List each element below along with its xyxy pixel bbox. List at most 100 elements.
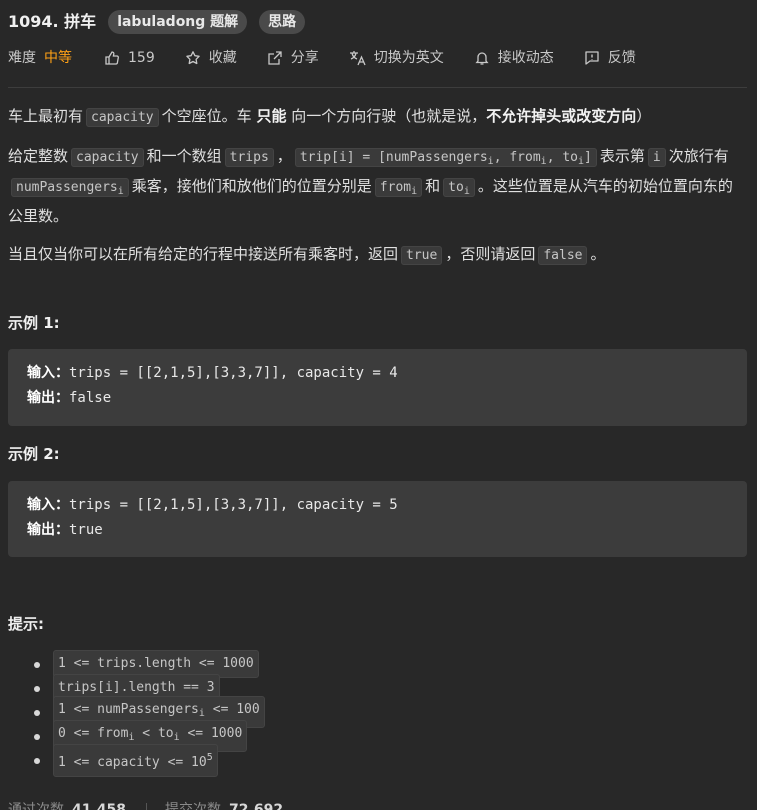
submitted-label: 提交次数 bbox=[165, 802, 222, 810]
input-value: trips = [[2,1,5],[3,3,7]], capacity = 4 bbox=[69, 365, 398, 381]
superscript: 5 bbox=[206, 751, 213, 763]
example-1-block: 输入：trips = [[2,1,5],[3,3,7]], capacity =… bbox=[8, 349, 747, 426]
example-1-output-line: 输出：false bbox=[27, 386, 728, 411]
subscript: i bbox=[117, 186, 124, 197]
example-2-block: 输入：trips = [[2,1,5],[3,3,7]], capacity =… bbox=[8, 481, 747, 557]
feedback-label: 反馈 bbox=[607, 50, 636, 66]
input-label: 输入： bbox=[27, 365, 69, 381]
subscript: i bbox=[411, 186, 418, 197]
constraints-list: 1 <= trips.length <= 1000 trips[i].lengt… bbox=[34, 650, 268, 777]
description-paragraph-2: 给定整数 capacity 和一个数组 trips， trip[i] = [numPas… bbox=[8, 144, 747, 228]
difficulty-label: 难度 bbox=[8, 50, 36, 66]
inline-code: trips bbox=[224, 148, 274, 167]
text: 向一个方向行驶（也就是说， bbox=[291, 107, 487, 125]
inline-code: true bbox=[401, 246, 443, 265]
inline-code: capacity bbox=[86, 108, 159, 127]
text: 当且仅当你可以在所有给定的行程中接送所有乘客时，返回 bbox=[8, 245, 399, 263]
example-2-input-line: 输入：trips = [[2,1,5],[3,3,7]], capacity =… bbox=[27, 493, 728, 518]
inline-code: 1 <= capacity <= 105 bbox=[53, 743, 218, 777]
share-icon bbox=[268, 51, 282, 65]
output-value: false bbox=[69, 390, 112, 406]
input-label: 输入： bbox=[27, 497, 69, 513]
share-button[interactable]: 分享 bbox=[267, 46, 319, 70]
text: ，否则请返回 bbox=[445, 245, 536, 263]
description-paragraph-1: 车上最初有 capacity 个空座位。车 只能 向一个方向行驶（也就是说，不允许掉… bbox=[8, 104, 747, 130]
text: ， bbox=[276, 147, 292, 165]
example-1-heading: 示例 1: bbox=[8, 314, 60, 332]
problem-description: 车上最初有 capacity 个空座位。车 只能 向一个方向行驶（也就是说，不允许掉… bbox=[8, 104, 747, 282]
code-part: 0 <= from bbox=[58, 726, 129, 741]
switch-language-label: 切换为英文 bbox=[373, 50, 444, 66]
switch-language-button[interactable]: 切换为英文 bbox=[349, 46, 444, 70]
description-paragraph-3: 当且仅当你可以在所有给定的行程中接送所有乘客时，返回 true ，否则请返回 fals… bbox=[8, 242, 747, 268]
text: 乘客，接他们和放他们的位置分别是 bbox=[131, 177, 372, 195]
example-2-heading: 示例 2: bbox=[8, 445, 60, 463]
feedback-icon bbox=[585, 51, 599, 65]
code-part: to bbox=[448, 180, 464, 195]
share-label: 分享 bbox=[290, 50, 319, 66]
output-value: true bbox=[69, 522, 103, 538]
subscribe-button[interactable]: 接收动态 bbox=[474, 46, 554, 70]
title-row: 1094. 拼车 labuladong 题解 思路 bbox=[8, 9, 317, 35]
input-value: trips = [[2,1,5],[3,3,7]], capacity = 5 bbox=[69, 497, 398, 513]
inline-code: numPassengersi bbox=[11, 178, 129, 197]
header-divider bbox=[8, 87, 747, 88]
tag-labuladong-solution[interactable]: labuladong 题解 bbox=[108, 10, 248, 34]
output-label: 输出： bbox=[27, 390, 69, 406]
code-part: <= 100 bbox=[204, 702, 260, 717]
text: 和 bbox=[425, 177, 441, 195]
meta-toolbar: 难度 中等 159 收藏 分享 切换为英文 接收动态 反馈 bbox=[8, 46, 666, 70]
tag-hint[interactable]: 思路 bbox=[259, 10, 306, 34]
text: 和一个数组 bbox=[146, 147, 222, 165]
code-part: , from bbox=[493, 150, 541, 165]
code-part: , to bbox=[546, 150, 578, 165]
problem-title: 1094. 拼车 bbox=[8, 12, 97, 31]
difficulty-value: 中等 bbox=[44, 50, 72, 66]
code-part: 1 <= numPassengers bbox=[58, 702, 199, 717]
output-label: 输出： bbox=[27, 522, 69, 538]
passed-label: 通过次数 bbox=[8, 802, 64, 810]
like-button[interactable]: 159 bbox=[104, 46, 155, 70]
thumbs-up-icon bbox=[105, 51, 119, 65]
bold-text: 只能 bbox=[256, 107, 287, 125]
passed-value: 41,458 bbox=[72, 802, 127, 810]
favorite-button[interactable]: 收藏 bbox=[185, 46, 237, 70]
text: 车上最初有 bbox=[8, 107, 84, 125]
inline-code: i bbox=[647, 148, 666, 167]
like-count: 159 bbox=[128, 50, 155, 66]
list-item: 1 <= capacity <= 105 bbox=[34, 743, 268, 777]
bell-icon bbox=[475, 52, 489, 65]
inline-code: capacity bbox=[71, 148, 144, 167]
code-part: < to bbox=[134, 726, 174, 741]
text: 给定整数 bbox=[8, 147, 69, 165]
subscript: i bbox=[463, 186, 470, 197]
code-part: trip[i] = [numPassengers bbox=[299, 150, 488, 165]
example-1-input-line: 输入：trips = [[2,1,5],[3,3,7]], capacity =… bbox=[27, 361, 728, 386]
feedback-button[interactable]: 反馈 bbox=[584, 46, 636, 70]
divider bbox=[146, 803, 148, 810]
code-part: 1 <= capacity <= 10 bbox=[58, 754, 207, 770]
stats-footer: 通过次数 41,458 提交次数 72,692 bbox=[8, 798, 303, 810]
inline-code: trip[i] = [numPassengersi, fromi, toi] bbox=[294, 148, 597, 167]
inline-code: false bbox=[538, 246, 588, 265]
inline-code: fromi bbox=[374, 178, 423, 197]
tips-heading: 提示: bbox=[8, 615, 44, 633]
bold-text: 不允许掉头或改变方向 bbox=[486, 107, 637, 125]
text: ） bbox=[636, 107, 652, 125]
text: 次旅行有 bbox=[668, 147, 729, 165]
inline-code: toi bbox=[443, 178, 475, 197]
example-2-output-line: 输出：true bbox=[27, 518, 728, 543]
text: 个空座位。车 bbox=[161, 107, 252, 125]
translate-icon bbox=[349, 51, 366, 66]
submitted-value: 72,692 bbox=[229, 802, 284, 810]
code-part: ] bbox=[584, 150, 592, 165]
code-part: from bbox=[379, 180, 412, 195]
star-icon bbox=[185, 51, 200, 65]
code-part: numPassengers bbox=[16, 180, 118, 195]
code-part: <= 1000 bbox=[179, 726, 243, 741]
subscribe-label: 接收动态 bbox=[497, 50, 554, 66]
text: 表示第 bbox=[599, 147, 645, 165]
list-item: 1 <= trips.length <= 1000 bbox=[34, 650, 268, 678]
favorite-label: 收藏 bbox=[208, 50, 237, 66]
text: 。 bbox=[590, 245, 606, 263]
